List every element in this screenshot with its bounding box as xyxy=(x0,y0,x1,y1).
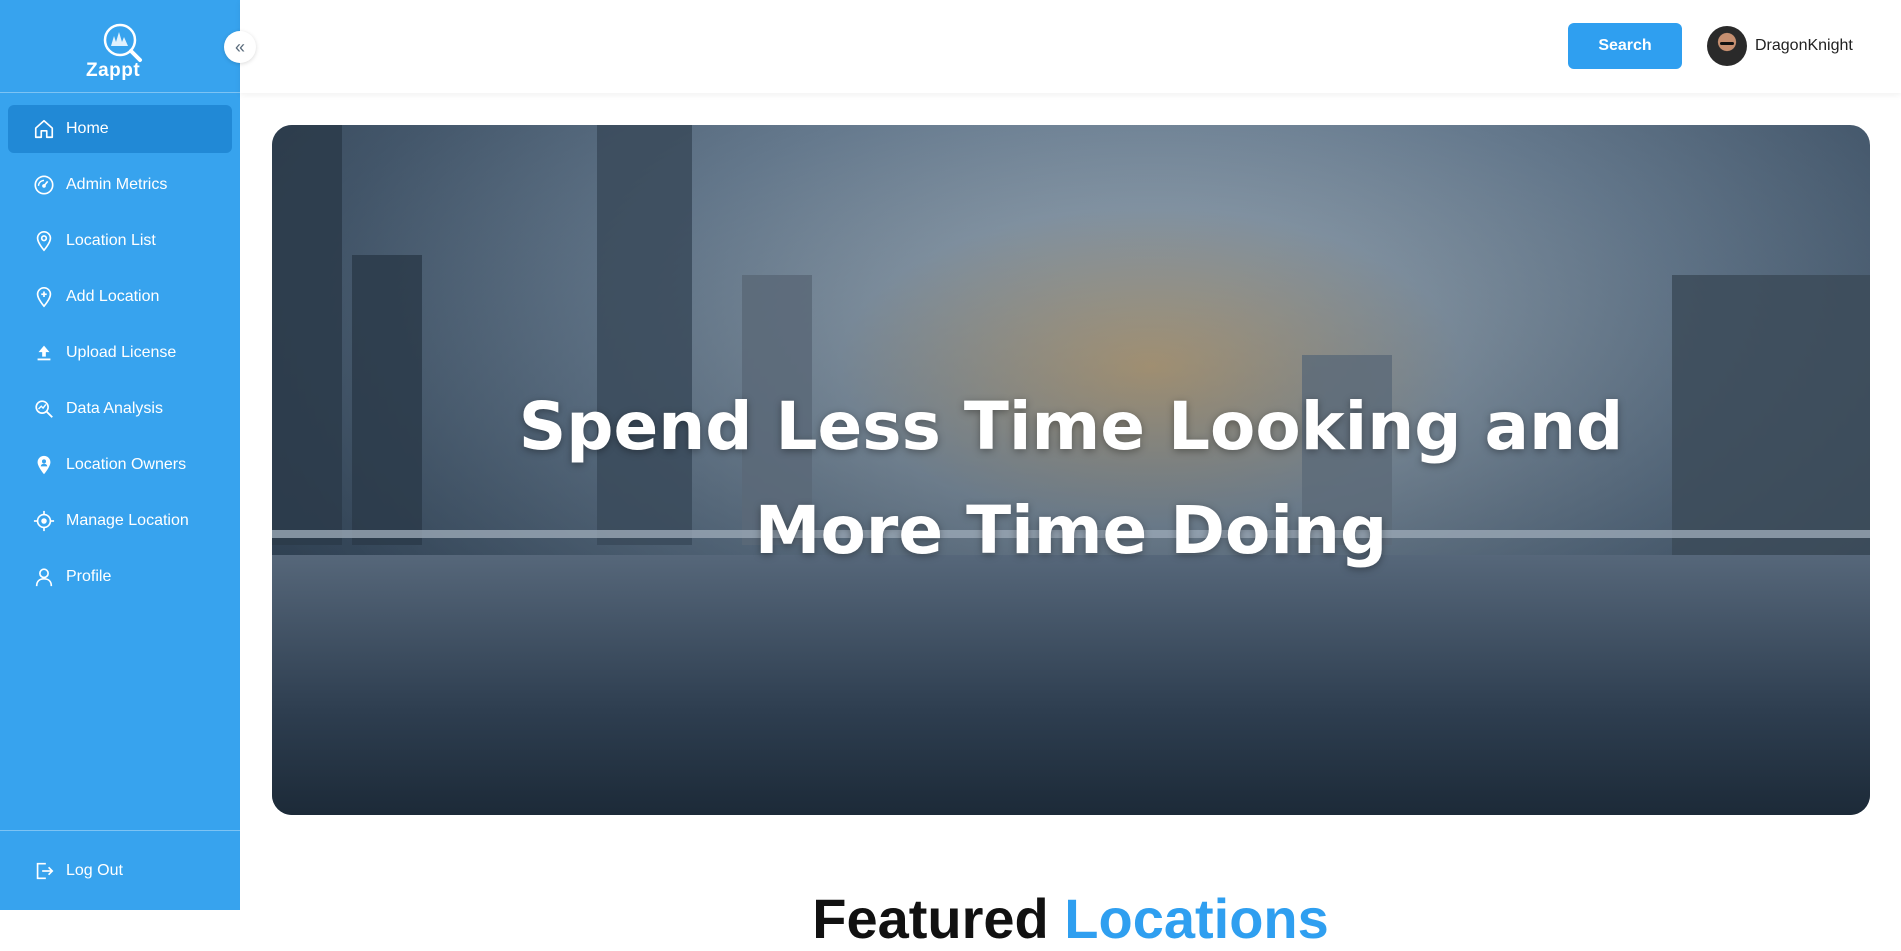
analysis-icon xyxy=(32,397,56,421)
sidebar: Zappt Home Admin Metrics Location List A… xyxy=(0,0,240,910)
hero-deck xyxy=(272,555,1870,815)
collapse-sidebar-button[interactable]: « xyxy=(224,31,256,63)
gauge-icon xyxy=(32,173,56,197)
hero-title-line-1: Spend Less Time Looking and xyxy=(518,388,1624,465)
section-title-part-2: Locations xyxy=(1064,887,1329,950)
section-title-part-1: Featured xyxy=(812,887,1065,950)
sidebar-item-admin-metrics[interactable]: Admin Metrics xyxy=(8,161,232,209)
app-logo[interactable]: Zappt xyxy=(80,16,160,81)
sidebar-item-label: Location List xyxy=(66,232,156,249)
home-icon xyxy=(32,117,56,141)
sidebar-item-location-owners[interactable]: Location Owners xyxy=(8,441,232,489)
search-button[interactable]: Search xyxy=(1568,23,1682,69)
sidebar-item-label: Data Analysis xyxy=(66,400,163,417)
sidebar-item-home[interactable]: Home xyxy=(8,105,232,153)
sidebar-item-label: Manage Location xyxy=(66,512,189,529)
sidebar-nav: Home Admin Metrics Location List Add Loc… xyxy=(0,93,240,601)
add-location-icon xyxy=(32,285,56,309)
person-pin-icon xyxy=(32,453,56,477)
sidebar-item-profile[interactable]: Profile xyxy=(8,553,232,601)
logout-label: Log Out xyxy=(66,861,123,879)
user-icon xyxy=(32,565,56,589)
logo-area: Zappt xyxy=(0,0,240,93)
section-title: Featured Locations xyxy=(0,886,1901,951)
upload-icon xyxy=(32,341,56,365)
sidebar-item-label: Admin Metrics xyxy=(66,176,168,193)
sidebar-item-manage-location[interactable]: Manage Location xyxy=(8,497,232,545)
avatar[interactable] xyxy=(1707,26,1747,66)
sidebar-item-data-analysis[interactable]: Data Analysis xyxy=(8,385,232,433)
sidebar-item-upload-license[interactable]: Upload License xyxy=(8,329,232,377)
sidebar-item-label: Location Owners xyxy=(66,456,187,473)
logout-icon xyxy=(32,859,56,883)
hero-title-line-2: More Time Doing xyxy=(754,492,1388,569)
username: DragonKnight xyxy=(1755,37,1853,54)
sidebar-item-location-list[interactable]: Location List xyxy=(8,217,232,265)
hero-title: Spend Less Time Looking and More Time Do… xyxy=(272,375,1870,583)
top-bar: Search DragonKnight xyxy=(240,0,1901,93)
sidebar-item-add-location[interactable]: Add Location xyxy=(8,273,232,321)
sidebar-item-label: Upload License xyxy=(66,344,177,361)
sidebar-item-label: Home xyxy=(66,120,109,137)
sidebar-item-label: Add Location xyxy=(66,288,160,305)
target-icon xyxy=(32,509,56,533)
map-pin-icon xyxy=(32,229,56,253)
sidebar-item-label: Profile xyxy=(66,568,112,585)
double-chevron-left-icon: « xyxy=(234,36,245,57)
logo-text: Zappt xyxy=(86,60,141,81)
hero-banner: Spend Less Time Looking and More Time Do… xyxy=(272,125,1870,815)
user-menu[interactable]: DragonKnight xyxy=(1707,26,1853,66)
